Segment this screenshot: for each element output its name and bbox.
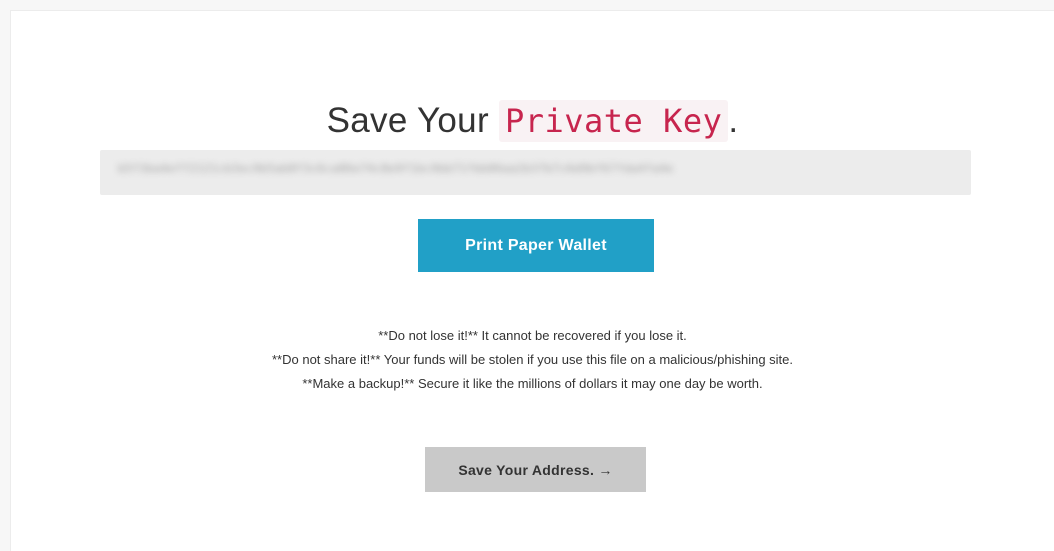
private-key-value[interactable]: b5f3ba4eff2121cb3ec9b5ab8f3c6ca86e74c8e9…	[118, 162, 674, 175]
warnings-list: **Do not lose it!** It cannot be recover…	[11, 324, 1054, 396]
title-prefix: Save Your	[326, 101, 489, 140]
page-title: Save Your Private Key.	[11, 95, 1054, 147]
print-paper-wallet-button[interactable]: Print Paper Wallet	[418, 219, 654, 272]
private-key-field[interactable]: b5f3ba4eff2121cb3ec9b5ab8f3c6ca86e74c8e9…	[100, 150, 971, 195]
warning-do-not-share: **Do not share it!** Your funds will be …	[271, 352, 793, 367]
warning-do-not-lose: **Do not lose it!** It cannot be recover…	[378, 328, 687, 343]
warning-make-backup: **Make a backup!** Secure it like the mi…	[302, 376, 763, 391]
save-your-address-button[interactable]: Save Your Address. →	[425, 447, 646, 492]
save-private-key-panel: Save Your Private Key. b5f3ba4eff2121cb3…	[10, 10, 1054, 551]
private-key-highlight: Private Key	[498, 100, 729, 142]
title-suffix: .	[728, 101, 739, 140]
